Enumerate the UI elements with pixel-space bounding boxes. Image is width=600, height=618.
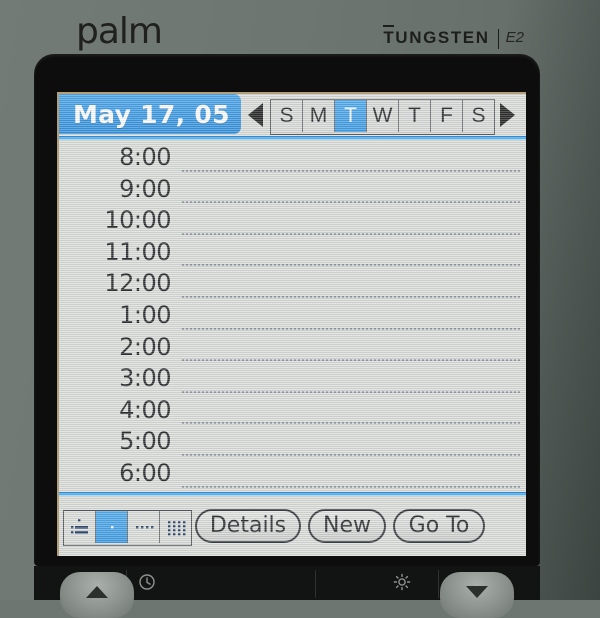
triangle-left-icon xyxy=(247,103,263,127)
hour-divider xyxy=(181,359,520,362)
date-tab[interactable]: May 17, 05 xyxy=(59,94,241,134)
view-mode-selector[interactable] xyxy=(63,510,192,546)
day-cell-3[interactable]: W xyxy=(367,100,399,132)
day-cell-2[interactable]: T xyxy=(335,100,367,132)
schedule-row[interactable]: 11:00 xyxy=(59,237,526,269)
hour-label: 5:00 xyxy=(119,427,171,456)
hw-divider-right xyxy=(438,570,439,598)
agenda-view-icon[interactable] xyxy=(64,511,96,543)
hour-label: 9:00 xyxy=(119,174,171,203)
details-button[interactable]: Details xyxy=(195,509,301,543)
day-cell-0[interactable]: S xyxy=(271,100,303,132)
hour-divider xyxy=(181,390,520,393)
current-date-label: May 17, 05 xyxy=(73,99,230,129)
prev-day-button[interactable] xyxy=(244,102,266,128)
day-cell-4[interactable]: T xyxy=(399,100,431,132)
hour-label: 12:00 xyxy=(104,269,171,298)
day-cell-6[interactable]: S xyxy=(463,100,494,132)
hardware-button-strip xyxy=(34,566,540,618)
hour-divider xyxy=(181,327,520,330)
hour-divider xyxy=(181,295,520,298)
lcd-screen[interactable]: May 17, 05 SMTWTFS 8:00 9:00 10:00 11:00 12:… xyxy=(57,92,526,556)
palm-device: palm TUNGSTEN E2 May 17, 05 SMTWTFS 8:00… xyxy=(0,0,600,618)
hour-divider xyxy=(181,169,520,172)
day-view-icon[interactable] xyxy=(96,511,128,543)
schedule-row[interactable]: 12:00 xyxy=(59,268,526,300)
hw-divider-center xyxy=(315,570,316,598)
schedule-row[interactable]: 4:00 xyxy=(59,395,526,427)
clock-icon[interactable] xyxy=(138,573,156,596)
goto-button[interactable]: Go To xyxy=(393,509,485,543)
next-day-button[interactable] xyxy=(496,102,518,128)
hour-label: 10:00 xyxy=(104,206,171,235)
week-view-icon[interactable] xyxy=(128,511,160,543)
hour-label: 4:00 xyxy=(119,395,171,424)
scroll-down-button[interactable] xyxy=(440,572,514,618)
schedule-row[interactable]: 2:00 xyxy=(59,332,526,364)
hour-divider xyxy=(181,264,520,267)
tungsten-branding: TUNGSTEN E2 xyxy=(383,25,524,49)
tungsten-wordmark: TUNGSTEN xyxy=(383,25,490,47)
scroll-up-button[interactable] xyxy=(60,572,134,618)
brightness-icon[interactable] xyxy=(393,573,411,596)
schedule-row[interactable]: 1:00 xyxy=(59,300,526,332)
hour-label: 1:00 xyxy=(119,300,171,329)
hour-divider xyxy=(181,422,520,425)
schedule-row[interactable]: 5:00 xyxy=(59,426,526,458)
palm-logo: palm xyxy=(76,11,163,52)
day-of-week-selector[interactable]: SMTWTFS xyxy=(270,99,495,135)
datebook-titlebar: May 17, 05 SMTWTFS xyxy=(59,94,526,140)
schedule-row[interactable]: 3:00 xyxy=(59,363,526,395)
hour-label: 3:00 xyxy=(119,364,171,393)
brand-divider xyxy=(497,29,499,49)
schedule-grid[interactable]: 8:00 9:00 10:00 11:00 12:00 1:00 2:00 3:00 4:00 5… xyxy=(59,142,526,492)
hour-divider xyxy=(181,453,520,456)
hour-label: 2:00 xyxy=(119,332,171,361)
chevron-up-icon xyxy=(86,586,108,598)
device-model: E2 xyxy=(505,29,524,46)
hour-divider xyxy=(181,485,520,488)
hour-label: 8:00 xyxy=(119,143,171,171)
new-button[interactable]: New xyxy=(308,509,386,543)
schedule-row[interactable]: 10:00 xyxy=(59,205,526,237)
schedule-row[interactable]: 6:00 xyxy=(59,458,526,490)
schedule-row[interactable]: 8:00 xyxy=(59,142,526,174)
chevron-down-icon xyxy=(466,586,488,598)
hour-label: 11:00 xyxy=(104,237,171,266)
day-cell-1[interactable]: M xyxy=(303,100,335,132)
toolbar-separator xyxy=(59,492,526,496)
device-branding: palm TUNGSTEN E2 xyxy=(0,0,600,62)
day-cell-5[interactable]: F xyxy=(431,100,463,132)
datebook-toolbar: Details New Go To xyxy=(59,504,526,556)
hour-divider xyxy=(181,232,520,235)
hour-label: 6:00 xyxy=(119,458,171,487)
hour-divider xyxy=(181,201,520,204)
triangle-right-icon xyxy=(499,103,515,127)
schedule-row[interactable]: 9:00 xyxy=(59,174,526,206)
month-view-icon[interactable] xyxy=(160,511,191,543)
title-separator xyxy=(59,136,526,140)
